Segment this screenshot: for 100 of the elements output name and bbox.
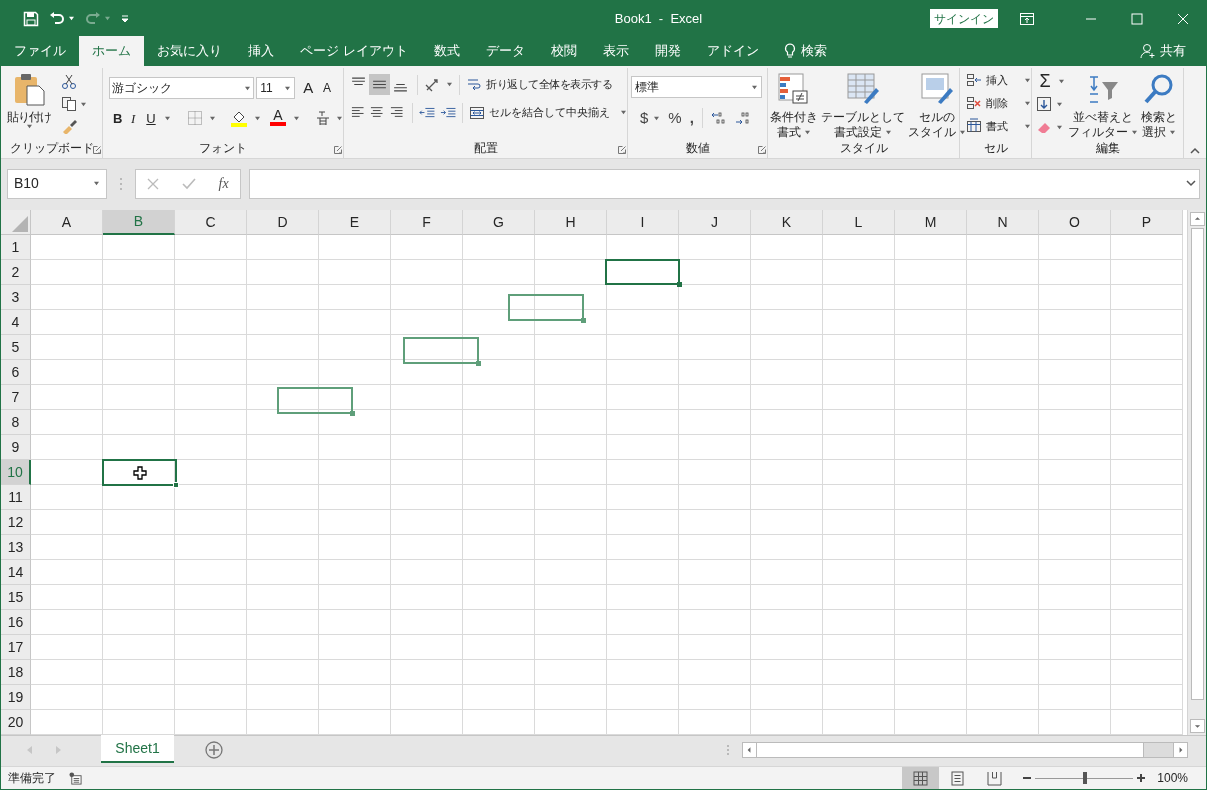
row-header[interactable]: 8 <box>1 410 31 435</box>
italic-button[interactable]: I <box>130 108 136 128</box>
autosum-button[interactable]: Σ <box>1036 72 1054 90</box>
column-header[interactable]: E <box>319 210 391 235</box>
column-header[interactable]: F <box>391 210 463 235</box>
row-header[interactable]: 4 <box>1 310 31 335</box>
scissors-icon[interactable] <box>61 74 77 90</box>
row-header[interactable]: 11 <box>1 485 31 510</box>
sign-in-button[interactable]: サインイン <box>930 9 998 28</box>
caret-icon[interactable] <box>293 115 300 121</box>
ribbon-tab[interactable]: ホーム <box>79 36 144 66</box>
decrease-decimal-icon[interactable] <box>734 110 751 127</box>
formula-input-field[interactable] <box>249 168 1200 199</box>
collapse-ribbon-icon[interactable] <box>1190 147 1200 154</box>
row-header[interactable]: 5 <box>1 335 31 360</box>
caret-icon[interactable] <box>209 115 216 121</box>
row-header[interactable]: 17 <box>1 635 31 660</box>
currency-button[interactable]: $ <box>640 107 649 130</box>
font-name-field[interactable]: 游ゴシック <box>109 77 255 100</box>
bold-button[interactable]: B <box>113 108 123 128</box>
row-header[interactable]: 16 <box>1 610 31 635</box>
column-header[interactable]: K <box>751 210 823 235</box>
scroll-down-icon[interactable] <box>1189 719 1205 733</box>
format-cells-button[interactable]: 書式 <box>986 117 1020 135</box>
caret-icon[interactable] <box>1024 100 1031 106</box>
shrink-font-button[interactable]: A <box>323 79 343 98</box>
sort-filter-button[interactable]: 並べ替えと フィルター <box>1068 72 1138 140</box>
scroll-up-icon[interactable] <box>1189 212 1205 226</box>
dialog-launcher-icon[interactable] <box>93 146 101 154</box>
format-as-table-button[interactable]: テーブルとして 書式設定 <box>821 72 905 140</box>
percent-button[interactable]: % <box>668 107 682 130</box>
fill-color-icon[interactable] <box>230 109 248 128</box>
column-header[interactable]: D <box>247 210 319 235</box>
zoom-slider-thumb[interactable] <box>1083 772 1088 784</box>
underline-button[interactable]: U <box>144 108 158 128</box>
comma-style-button[interactable]: , <box>689 107 694 130</box>
column-header[interactable]: M <box>895 210 967 235</box>
share-button[interactable]: 共有 <box>1140 36 1206 66</box>
undo-icon[interactable] <box>49 10 65 27</box>
caret-icon[interactable] <box>1169 130 1176 135</box>
caret-icon[interactable] <box>25 124 33 129</box>
check-icon[interactable] <box>181 177 196 190</box>
vertical-scroll-thumb[interactable] <box>1190 228 1204 700</box>
column-header[interactable]: G <box>463 210 535 235</box>
merge-center-button[interactable]: セルを結合して中央揃え <box>468 104 627 121</box>
column-header[interactable]: L <box>823 210 895 235</box>
dialog-launcher-icon[interactable] <box>758 146 766 154</box>
delete-cells-icon[interactable] <box>966 95 982 111</box>
name-box[interactable]: B10 <box>7 168 107 199</box>
phonetic-guide-icon[interactable] <box>316 110 330 127</box>
delete-cells-button[interactable]: 削除 <box>986 94 1020 112</box>
row-header[interactable]: 1 <box>1 235 31 260</box>
ribbon-tab[interactable]: 表示 <box>589 36 642 66</box>
paste-button[interactable]: 貼り付け <box>5 72 53 134</box>
ribbon-tab[interactable]: ページ レイアウト <box>287 36 421 66</box>
ribbon-tab[interactable]: 校閲 <box>537 36 590 66</box>
caret-icon[interactable] <box>336 115 343 121</box>
splitter-grip-icon[interactable] <box>726 744 730 756</box>
caret-icon[interactable] <box>1024 77 1031 83</box>
caret-icon[interactable] <box>804 130 811 135</box>
insert-cells-icon[interactable] <box>966 72 982 88</box>
copy-icon[interactable] <box>61 96 77 112</box>
number-format-field[interactable]: 標準 <box>631 76 762 98</box>
row-header[interactable]: 19 <box>1 685 31 710</box>
caret-icon[interactable] <box>1056 101 1063 107</box>
column-header[interactable]: A <box>31 210 103 235</box>
caret-icon[interactable] <box>93 181 100 186</box>
ribbon-tab[interactable]: アドイン <box>693 36 772 66</box>
macro-record-icon[interactable] <box>69 771 82 785</box>
customize-toolbar-icon[interactable] <box>121 14 129 23</box>
tell-me-search[interactable]: 検索 <box>771 36 827 66</box>
column-header[interactable]: B <box>103 210 175 235</box>
caret-icon[interactable] <box>959 130 966 135</box>
caret-icon[interactable] <box>164 115 171 121</box>
column-header[interactable]: J <box>679 210 751 235</box>
sheet-tab[interactable]: Sheet1 <box>101 735 174 763</box>
expand-icon[interactable] <box>1186 180 1196 187</box>
row-header[interactable]: 15 <box>1 585 31 610</box>
scroll-left-icon[interactable] <box>743 743 757 757</box>
row-header[interactable]: 6 <box>1 360 31 385</box>
ribbon-tab[interactable]: お気に入り <box>144 36 235 66</box>
caret-icon[interactable] <box>653 115 661 121</box>
ribbon-tab[interactable]: 挿入 <box>235 36 287 66</box>
ribbon-display-options-icon[interactable] <box>1020 12 1034 25</box>
ribbon-tab[interactable]: データ <box>472 36 538 66</box>
font-size-field[interactable]: 11 <box>256 77 296 100</box>
format-painter-icon[interactable] <box>61 118 77 134</box>
insert-cells-button[interactable]: 挿入 <box>986 71 1020 89</box>
caret-icon[interactable] <box>1058 78 1065 84</box>
wrap-text-button[interactable]: 折り返して全体を表示する <box>466 76 612 93</box>
ribbon-tab[interactable]: 開発 <box>641 36 694 66</box>
caret-icon[interactable] <box>1131 130 1138 135</box>
insert-function-button[interactable]: fx <box>218 173 229 194</box>
add-sheet-icon[interactable] <box>205 741 223 759</box>
increase-decimal-icon[interactable] <box>710 110 727 127</box>
row-header[interactable]: 3 <box>1 285 31 310</box>
caret-icon[interactable] <box>885 130 892 135</box>
ribbon-tab[interactable]: 数式 <box>420 36 473 66</box>
scroll-right-icon[interactable] <box>1173 743 1187 757</box>
zoom-out-icon[interactable] <box>1023 774 1032 782</box>
